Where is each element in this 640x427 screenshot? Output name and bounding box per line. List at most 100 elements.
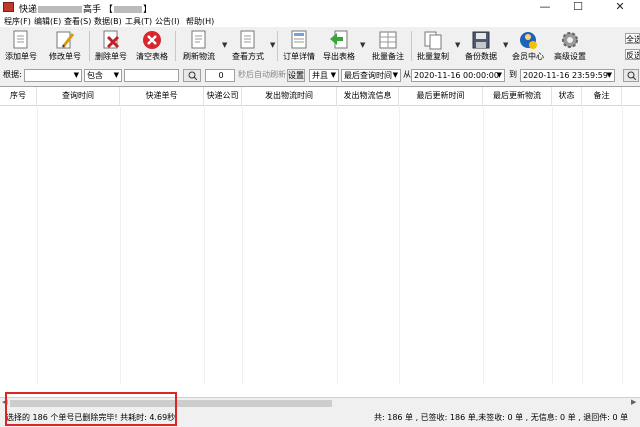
menu-bar: 程序(F) 编辑(E) 查看(S) 数据(B) 工具(T) 公告(I) 帮助(H… bbox=[0, 15, 640, 27]
column-divider bbox=[552, 105, 553, 384]
advanced-settings-button[interactable]: 高级设置 bbox=[550, 27, 590, 65]
logic-operator-select[interactable]: 并且 ▼ bbox=[309, 69, 339, 82]
menu-notice[interactable]: 公告(I) bbox=[155, 16, 180, 27]
copy-dropdown-arrow[interactable]: ▼ bbox=[455, 41, 460, 49]
column-header[interactable]: 发出物流信息 bbox=[337, 87, 399, 105]
settings-button[interactable]: 设置 bbox=[287, 69, 305, 82]
copy-pages-icon bbox=[424, 31, 442, 50]
chevron-down-icon: ▼ bbox=[330, 71, 336, 79]
maximize-button[interactable]: ☐ bbox=[563, 0, 593, 15]
column-divider bbox=[37, 105, 38, 384]
column-header[interactable]: 快递单号 bbox=[120, 87, 204, 105]
chevron-down-icon: ▼ bbox=[73, 71, 79, 79]
invert-selection-button[interactable]: 反选 bbox=[625, 49, 640, 60]
column-divider bbox=[242, 105, 243, 384]
column-header[interactable]: 最后更新物流 bbox=[483, 87, 552, 105]
date-search-button[interactable] bbox=[623, 69, 639, 82]
gear-icon bbox=[562, 32, 578, 48]
close-button[interactable]: ✕ bbox=[605, 0, 635, 15]
from-date-picker[interactable]: 2020-11-16 00:00:00 ▼ bbox=[411, 69, 505, 82]
member-center-button[interactable]: 会员中心 bbox=[510, 27, 546, 65]
clear-table-button[interactable]: 清空表格 bbox=[133, 27, 171, 65]
search-icon bbox=[627, 71, 636, 81]
menu-help[interactable]: 帮助(H) bbox=[186, 16, 214, 27]
column-header[interactable]: 发出物流时间 bbox=[242, 87, 337, 105]
column-divider bbox=[120, 105, 121, 384]
view-dropdown-arrow[interactable]: ▼ bbox=[270, 41, 275, 49]
filter-bar: 根据: ▼ 包含 ▼ 0 秒后自动刷新 设置 并且 ▼ 最后查询时间 ▼ 从 2020… bbox=[0, 67, 640, 84]
column-header[interactable]: 备注 bbox=[582, 87, 622, 105]
redacted-text bbox=[38, 6, 83, 13]
menu-tools[interactable]: 工具(T) bbox=[125, 16, 152, 27]
refresh-logistics-button[interactable]: 刷新物流 bbox=[180, 27, 218, 65]
refresh-seconds-input[interactable]: 0 bbox=[205, 69, 235, 82]
batch-copy-button[interactable]: 批量复制 bbox=[414, 27, 452, 65]
filter-by-label: 根据: bbox=[3, 70, 22, 79]
column-header[interactable]: 快递公司 bbox=[204, 87, 242, 105]
note-grid-icon bbox=[379, 31, 397, 49]
status-summary: 共: 186 单 , 已签收: 186 单,未签收: 0 单 , 无信息: 0 … bbox=[374, 413, 629, 422]
menu-edit[interactable]: 编辑(E) bbox=[34, 16, 61, 27]
toolbar-separator bbox=[175, 31, 176, 61]
column-divider bbox=[582, 105, 583, 384]
select-all-button[interactable]: 全选 bbox=[625, 33, 640, 44]
menu-program[interactable]: 程序(F) bbox=[4, 16, 31, 27]
column-header[interactable]: 状态 bbox=[552, 87, 582, 105]
toolbar: 添加单号 修改单号 删除单号 清空表格 刷新物流 ▼ 查看方式 ▼ 订单详情 导… bbox=[0, 27, 640, 67]
auto-refresh-label: 秒后自动刷新 bbox=[238, 70, 286, 79]
backup-data-button[interactable]: 备份数据 bbox=[461, 27, 501, 65]
tracking-table[interactable]: 序号 查询时间 快递单号 快递公司 发出物流时间 发出物流信息 最后更新时间 最… bbox=[0, 86, 640, 401]
match-mode-select[interactable]: 包含 ▼ bbox=[84, 69, 122, 82]
column-divider bbox=[204, 105, 205, 384]
edit-pencil-icon bbox=[56, 31, 75, 49]
column-divider bbox=[622, 105, 623, 384]
export-dropdown-arrow[interactable]: ▼ bbox=[360, 41, 365, 49]
column-header[interactable]: 序号 bbox=[0, 87, 37, 105]
column-divider bbox=[399, 105, 400, 384]
view-document-icon bbox=[240, 30, 255, 49]
search-button[interactable] bbox=[183, 69, 201, 82]
window-title: 快递 高手 【】 bbox=[19, 5, 152, 15]
edit-number-button[interactable]: 修改单号 bbox=[45, 27, 85, 65]
view-mode-button[interactable]: 查看方式 bbox=[228, 27, 268, 65]
to-label: 到 bbox=[509, 70, 517, 79]
member-globe-icon bbox=[520, 32, 537, 49]
scroll-right-icon[interactable]: ▶ bbox=[631, 398, 636, 406]
backup-dropdown-arrow[interactable]: ▼ bbox=[503, 41, 508, 49]
clear-circle-icon bbox=[143, 31, 161, 49]
time-field-select[interactable]: 最后查询时间 ▼ bbox=[341, 69, 401, 82]
minimize-button[interactable]: — bbox=[530, 0, 560, 15]
to-date-picker[interactable]: 2020-11-16 23:59:59 ▼ bbox=[520, 69, 615, 82]
column-header[interactable]: 查询时间 bbox=[37, 87, 120, 105]
chevron-down-icon: ▼ bbox=[392, 71, 398, 79]
batch-note-button[interactable]: 批量备注 bbox=[368, 27, 408, 65]
chevron-down-icon: ▼ bbox=[113, 71, 119, 79]
menu-view[interactable]: 查看(S) bbox=[64, 16, 91, 27]
highlight-annotation bbox=[5, 392, 177, 426]
toolbar-separator bbox=[411, 31, 412, 61]
filter-field-select[interactable]: ▼ bbox=[24, 69, 82, 82]
table-header: 序号 查询时间 快递单号 快递公司 发出物流时间 发出物流信息 最后更新时间 最… bbox=[0, 87, 640, 106]
delete-document-icon bbox=[103, 30, 120, 49]
from-label: 从 bbox=[403, 70, 411, 79]
refresh-document-icon bbox=[191, 30, 206, 49]
column-divider bbox=[337, 105, 338, 384]
refresh-dropdown-arrow[interactable]: ▼ bbox=[222, 41, 227, 49]
detail-sheet-icon bbox=[291, 30, 307, 49]
search-icon bbox=[188, 71, 197, 81]
toolbar-separator bbox=[89, 31, 90, 61]
add-number-button[interactable]: 添加单号 bbox=[2, 27, 40, 65]
calendar-dropdown-icon: ▼ bbox=[606, 71, 612, 79]
delete-number-button[interactable]: 删除单号 bbox=[92, 27, 130, 65]
redacted-text bbox=[113, 6, 142, 13]
order-detail-button[interactable]: 订单详情 bbox=[280, 27, 318, 65]
title-bar: 快递 高手 【】 — ☐ ✕ bbox=[0, 0, 640, 15]
column-divider bbox=[483, 105, 484, 384]
export-table-button[interactable]: 导出表格 bbox=[320, 27, 358, 65]
app-icon bbox=[3, 2, 14, 12]
menu-data[interactable]: 数据(B) bbox=[94, 16, 122, 27]
column-header[interactable]: 最后更新时间 bbox=[399, 87, 483, 105]
floppy-disk-icon bbox=[472, 31, 490, 49]
keyword-input[interactable] bbox=[124, 69, 179, 82]
export-arrow-icon bbox=[330, 30, 348, 49]
